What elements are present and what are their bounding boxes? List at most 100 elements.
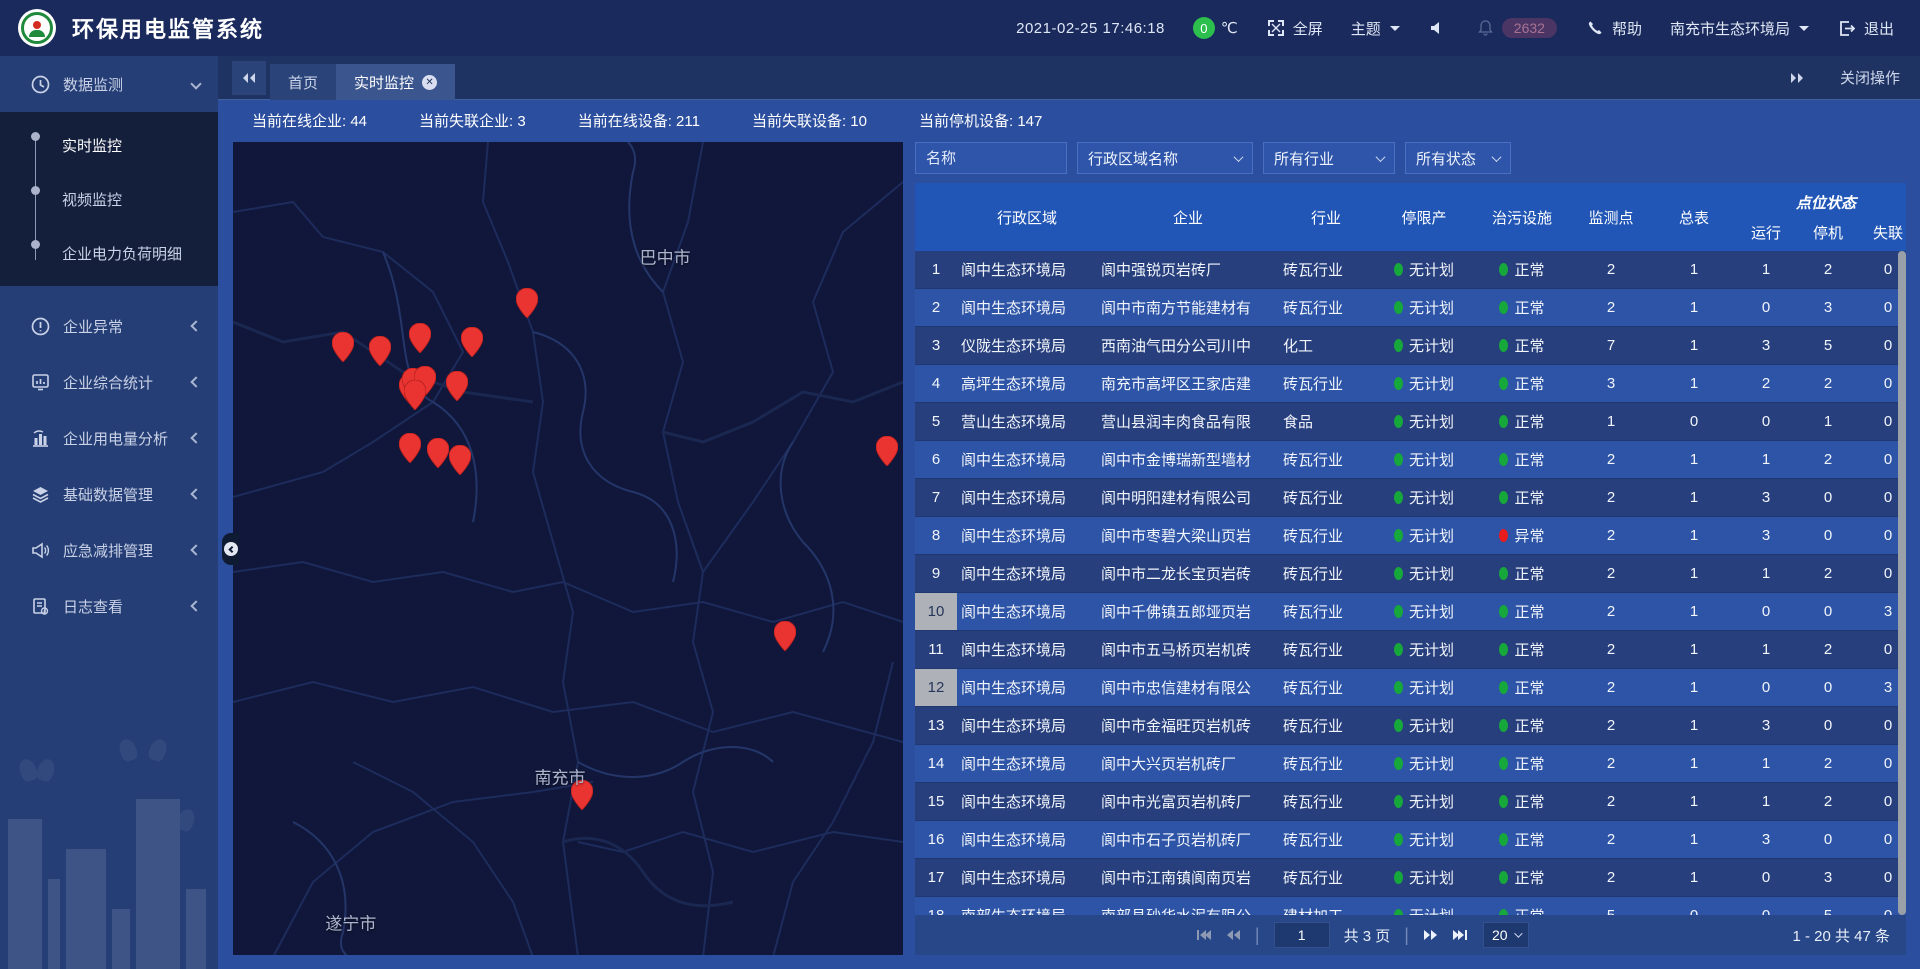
sidebar-item-data-monitoring[interactable]: 数据监测 [0, 56, 218, 112]
first-page-button[interactable] [1195, 929, 1212, 941]
last-page-button[interactable] [1452, 929, 1469, 941]
table-row[interactable]: 14 阆中生态环境局 阆中大兴页岩机砖厂 砖瓦行业 无计划 正常 2 1 1 2… [915, 745, 1906, 783]
cell-industry: 砖瓦行业 [1279, 563, 1373, 584]
table-row[interactable]: 8 阆中生态环境局 阆中市枣碧大梁山页岩 砖瓦行业 无计划 异常 2 1 3 0… [915, 517, 1906, 555]
cell-rownum: 6 [915, 441, 957, 478]
map-pin[interactable] [404, 380, 426, 410]
cell-facility: 正常 [1475, 563, 1569, 584]
table-row[interactable]: 13 阆中生态环境局 阆中市金福旺页岩机砖 砖瓦行业 无计划 正常 2 1 3 … [915, 707, 1906, 745]
map-pin[interactable] [774, 621, 796, 651]
cell-run: 2 [1735, 375, 1797, 392]
cell-limit: 无计划 [1373, 297, 1475, 318]
cell-region: 仪陇生态环境局 [957, 335, 1097, 356]
page-number-input[interactable] [1274, 922, 1330, 948]
map-pin[interactable] [369, 336, 391, 366]
sidebar-item-power-usage-analysis[interactable]: 企业用电量分析 [0, 410, 218, 466]
cell-points: 5 [1569, 907, 1653, 915]
sidebar-item-video-monitoring[interactable]: 视频监控 [0, 172, 218, 226]
sidebar-item-company-abnormal[interactable]: 企业异常 [0, 298, 218, 354]
region-filter-select[interactable]: 行政区域名称 [1077, 142, 1253, 174]
chevron-down-icon [1390, 26, 1400, 31]
map-pin[interactable] [461, 327, 483, 357]
cell-points: 2 [1569, 565, 1653, 582]
map-pin[interactable] [446, 371, 468, 401]
map-pin[interactable] [516, 288, 538, 318]
cell-meter: 1 [1653, 337, 1735, 354]
table-row[interactable]: 11 阆中生态环境局 阆中市五马桥页岩机砖 砖瓦行业 无计划 正常 2 1 1 … [915, 631, 1906, 669]
table-row[interactable]: 9 阆中生态环境局 阆中市二龙长宝页岩砖 砖瓦行业 无计划 正常 2 1 1 2… [915, 555, 1906, 593]
status-dot [1499, 719, 1508, 732]
map-pin[interactable] [399, 433, 421, 463]
table-row[interactable]: 12 阆中生态环境局 阆中市忠信建材有限公 砖瓦行业 无计划 正常 2 1 0 … [915, 669, 1906, 707]
cell-meter: 1 [1653, 299, 1735, 316]
cell-run: 0 [1735, 413, 1797, 430]
table-row[interactable]: 16 阆中生态环境局 阆中市石子页岩机砖厂 砖瓦行业 无计划 正常 2 1 3 … [915, 821, 1906, 859]
tab-home[interactable]: 首页 [270, 64, 336, 100]
tabs-scroll-right-button[interactable] [1780, 61, 1814, 95]
map-roads [233, 142, 903, 955]
map-pin[interactable] [427, 438, 449, 468]
cell-rownum: 14 [915, 745, 957, 782]
fullscreen-button[interactable]: 全屏 [1266, 18, 1323, 39]
table-row[interactable]: 3 仪陇生态环境局 西南油气田分公司川中 化工 无计划 正常 7 1 3 5 0 [915, 327, 1906, 365]
notification-area[interactable]: 2632 [1476, 18, 1557, 38]
cell-region: 高坪生态环境局 [957, 373, 1097, 394]
chevron-left-icon [190, 432, 201, 443]
table-scrollbar[interactable] [1898, 251, 1906, 915]
app-title: 环保用电监管系统 [72, 12, 264, 44]
map-city-label: 南充市 [534, 764, 585, 789]
cell-limit: 无计划 [1373, 601, 1475, 622]
app-logo [18, 9, 56, 47]
close-operations-button[interactable]: 关闭操作 [1840, 67, 1900, 88]
theme-menu[interactable]: 主题 [1351, 18, 1400, 39]
tab-realtime-monitoring[interactable]: 实时监控 ✕ [336, 64, 455, 100]
cell-industry: 建材加工 [1279, 905, 1373, 915]
table-row[interactable]: 6 阆中生态环境局 阆中市金博瑞新型墙材 砖瓦行业 无计划 正常 2 1 1 2… [915, 441, 1906, 479]
table-row[interactable]: 5 营山生态环境局 营山县润丰肉食品有限 食品 无计划 正常 1 0 0 1 0 [915, 403, 1906, 441]
cell-meter: 1 [1653, 869, 1735, 886]
next-page-button[interactable] [1423, 929, 1438, 941]
table-row[interactable]: 17 阆中生态环境局 阆中市江南镇阆南页岩 砖瓦行业 无计划 正常 2 1 0 … [915, 859, 1906, 897]
map[interactable]: 巴中市南充市遂宁市 [233, 142, 903, 955]
sidebar-item-emergency-reduction[interactable]: 应急减排管理 [0, 522, 218, 578]
prev-page-button[interactable] [1226, 929, 1241, 941]
tab-close-icon[interactable]: ✕ [422, 75, 437, 90]
cell-facility: 正常 [1475, 715, 1569, 736]
industry-filter-select[interactable]: 所有行业 [1263, 142, 1395, 174]
sidebar-item-power-load-detail[interactable]: 企业电力负荷明细 [0, 226, 218, 280]
cell-meter: 1 [1653, 831, 1735, 848]
cell-limit: 无计划 [1373, 753, 1475, 774]
table-row[interactable]: 18 南部生态环境局 南部县砂华水泥有限公 建材加工 无计划 正常 5 0 0 … [915, 897, 1906, 915]
mute-button[interactable] [1428, 18, 1448, 38]
table-row[interactable]: 15 阆中生态环境局 阆中市光富页岩机砖厂 砖瓦行业 无计划 正常 2 1 1 … [915, 783, 1906, 821]
chevron-left-icon [190, 544, 201, 555]
logout-button[interactable]: 退出 [1837, 18, 1894, 39]
table-row[interactable]: 1 阆中生态环境局 阆中强锐页岩砖厂 砖瓦行业 无计划 正常 2 1 1 2 0 [915, 251, 1906, 289]
total-pages-label: 共 3 页 [1344, 925, 1391, 946]
status-dot [1499, 263, 1508, 276]
cell-rownum: 7 [915, 479, 957, 516]
cell-facility: 正常 [1475, 905, 1569, 915]
name-filter-input[interactable] [915, 142, 1067, 174]
map-pin[interactable] [409, 323, 431, 353]
page-size-select[interactable]: 20 [1483, 922, 1529, 948]
table-row[interactable]: 4 高坪生态环境局 南充市高坪区王家店建 砖瓦行业 无计划 正常 3 1 2 2… [915, 365, 1906, 403]
map-pin[interactable] [876, 436, 898, 466]
table-row[interactable]: 7 阆中生态环境局 阆中明阳建材有限公司 砖瓦行业 无计划 正常 2 1 3 0… [915, 479, 1906, 517]
map-pin[interactable] [332, 332, 354, 362]
cell-stop: 5 [1797, 907, 1859, 915]
sidebar-item-base-data-management[interactable]: 基础数据管理 [0, 466, 218, 522]
log-icon [30, 596, 50, 616]
sidebar-item-log-view[interactable]: 日志查看 [0, 578, 218, 634]
help-button[interactable]: 帮助 [1585, 18, 1642, 39]
table-row[interactable]: 10 阆中生态环境局 阆中千佛镇五郎垭页岩 砖瓦行业 无计划 正常 2 1 0 … [915, 593, 1906, 631]
sidebar-item-company-statistics[interactable]: 企业综合统计 [0, 354, 218, 410]
sidebar-collapse-handle[interactable] [222, 533, 239, 565]
user-org-menu[interactable]: 南充市生态环境局 [1670, 18, 1809, 39]
table-row[interactable]: 2 阆中生态环境局 阆中市南方节能建材有 砖瓦行业 无计划 正常 2 1 0 3… [915, 289, 1906, 327]
status-filter-select[interactable]: 所有状态 [1405, 142, 1511, 174]
tabs-scroll-left-button[interactable] [232, 61, 266, 95]
sidebar-item-realtime-monitoring[interactable]: 实时监控 [0, 118, 218, 172]
map-pin[interactable] [449, 445, 471, 475]
cell-region: 阆中生态环境局 [957, 525, 1097, 546]
